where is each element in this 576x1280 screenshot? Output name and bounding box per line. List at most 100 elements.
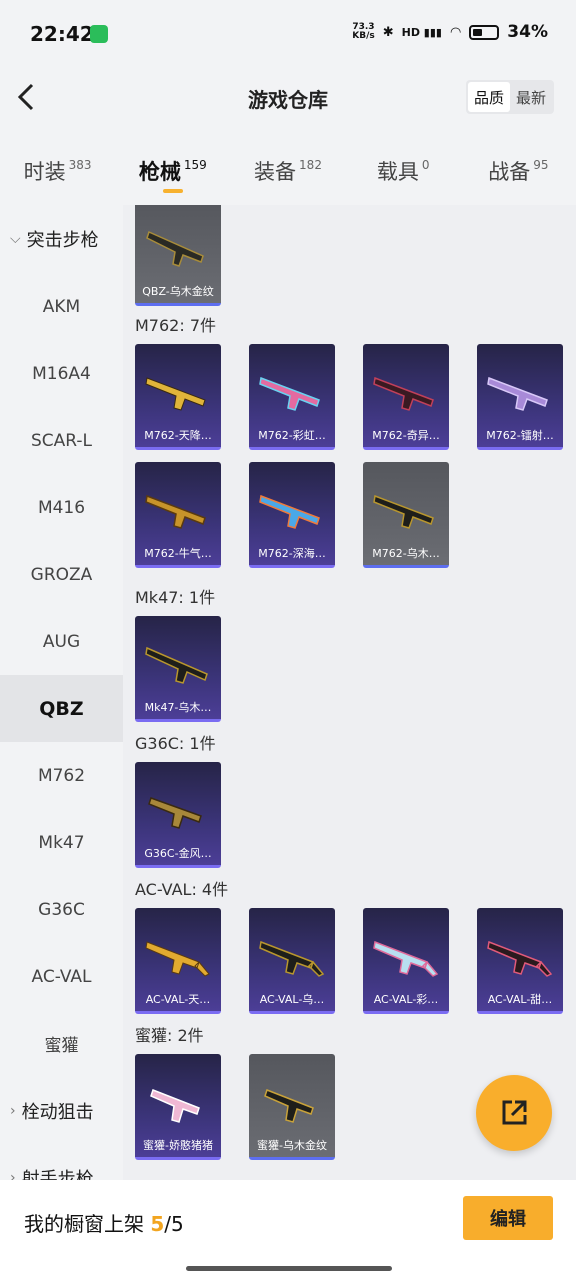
sidebar-item-ac-val[interactable]: AC-VAL — [0, 943, 123, 1010]
item-name: 蜜獾-乌木金纹 — [257, 1139, 327, 1152]
group-title-m762: M762: 7件 — [135, 316, 217, 335]
item-name: AC-VAL-天… — [145, 993, 211, 1006]
item-card[interactable]: G36C-金风… — [135, 762, 221, 868]
rifle-icon — [373, 376, 434, 411]
item-name: M762-深海… — [258, 547, 326, 560]
rifle-icon — [264, 1089, 314, 1123]
showcase-label: 我的橱窗上架 — [24, 1212, 151, 1236]
showcase-current: 5 — [150, 1212, 165, 1236]
status-time: 22:42 — [30, 22, 94, 46]
item-name: M762-天降… — [144, 429, 212, 442]
sidebar-group-marksman[interactable]: › 射手步枪 — [0, 1144, 123, 1181]
rifle-icon — [150, 1089, 200, 1123]
group-title-honey-badger: 蜜獾: 2件 — [135, 1026, 204, 1045]
tab-supplies[interactable]: 战备 95 — [461, 140, 576, 200]
sidebar-group-bolt-action[interactable]: › 栓动狙击 — [0, 1077, 123, 1144]
edit-button[interactable]: 编辑 — [463, 1196, 553, 1240]
tab-guns[interactable]: 枪械 159 — [115, 140, 230, 200]
item-name: AC-VAL-甜… — [487, 993, 553, 1006]
sidebar-item-m16a4[interactable]: M16A4 — [0, 340, 123, 407]
category-tabs: 时装 383 枪械 159 装备 182 载具 0 战备 95 — [0, 140, 576, 200]
sidebar-item-mk47[interactable]: Mk47 — [0, 809, 123, 876]
tab-label: 枪械 — [138, 160, 181, 184]
sidebar-item-aug[interactable]: AUG — [0, 608, 123, 675]
sort-quality-button[interactable]: 品质 — [467, 82, 510, 112]
item-card[interactable]: M762-彩虹… — [249, 344, 335, 450]
sidebar-group-label: 突击步枪 — [26, 230, 99, 251]
status-bar: 22:42 73.3 KB/s ✱ HD ▮▮▮ ◠ 34% — [0, 0, 576, 70]
tab-count: 159 — [183, 158, 207, 172]
chevron-right-icon: › — [10, 1169, 16, 1181]
item-card[interactable]: AC-VAL-乌… — [249, 908, 335, 1014]
rifle-icon — [373, 940, 439, 977]
status-icons: 73.3 KB/s ✱ HD ▮▮▮ ◠ 34% — [352, 22, 548, 42]
item-card[interactable]: M762-镭射… — [477, 344, 563, 450]
item-card[interactable]: AC-VAL-彩… — [363, 908, 449, 1014]
item-name: G36C-金风… — [144, 847, 212, 860]
sidebar-group-label: 射手步枪 — [21, 1168, 94, 1181]
tab-equipment[interactable]: 装备 182 — [230, 140, 345, 200]
sidebar-item-qbz[interactable]: QBZ — [0, 675, 123, 742]
item-card[interactable]: AC-VAL-天… — [135, 908, 221, 1014]
item-card[interactable]: 蜜獾-娇憨猪猪 — [135, 1054, 221, 1160]
battery-icon — [469, 24, 500, 40]
sidebar-item-akm[interactable]: AKM — [0, 273, 123, 340]
sidebar-group-assault-rifles[interactable]: ⌵ 突击步枪 — [0, 205, 123, 273]
item-name: AC-VAL-乌… — [259, 993, 325, 1006]
item-card[interactable]: M762-奇异… — [363, 344, 449, 450]
chevron-right-icon: › — [10, 1102, 16, 1119]
network-speed: 73.3 KB/s — [352, 22, 375, 41]
tab-fashion[interactable]: 时装 383 — [0, 140, 115, 200]
group-title-g36c: G36C: 1件 — [135, 734, 216, 753]
bottom-bar: 我的橱窗上架 5/5 编辑 — [0, 1180, 576, 1280]
rifle-icon — [373, 494, 434, 529]
sidebar-item-groza[interactable]: GROZA — [0, 541, 123, 608]
item-name: M762-乌木… — [372, 547, 440, 560]
sidebar-item-m416[interactable]: M416 — [0, 474, 123, 541]
rifle-icon — [148, 797, 202, 829]
item-name: M762-牛气… — [144, 547, 212, 560]
item-card[interactable]: Mk47-乌木… — [135, 616, 221, 722]
external-link-icon — [502, 1100, 527, 1125]
item-card[interactable]: AC-VAL-甜… — [477, 908, 563, 1014]
tab-vehicles[interactable]: 载具 0 — [346, 140, 461, 200]
item-card[interactable]: M762-牛气… — [135, 462, 221, 568]
wifi-icon: ◠ — [449, 24, 462, 40]
sidebar-item-scar-l[interactable]: SCAR-L — [0, 407, 123, 474]
rifle-icon — [487, 376, 548, 411]
rifle-icon — [259, 376, 320, 411]
item-card[interactable]: QBZ-乌木金纹 — [135, 205, 221, 306]
item-card[interactable]: 蜜獾-乌木金纹 — [249, 1054, 335, 1160]
item-name: 蜜獾-娇憨猪猪 — [143, 1139, 213, 1152]
item-card[interactable]: M762-天降… — [135, 344, 221, 450]
group-title-ac-val: AC-VAL: 4件 — [135, 880, 229, 899]
signal-icon: HD ▮▮▮ — [401, 25, 442, 39]
rifle-icon — [146, 230, 204, 267]
sidebar-group-label: 栓动狙击 — [21, 1101, 94, 1123]
tab-label: 载具 — [376, 160, 419, 184]
item-name: M762-彩虹… — [258, 429, 326, 442]
group-title-mk47: Mk47: 1件 — [135, 588, 216, 607]
chevron-down-icon: ⌵ — [10, 231, 21, 247]
battery-percent: 34% — [507, 22, 548, 42]
item-card[interactable]: M762-乌木… — [363, 462, 449, 568]
home-indicator[interactable] — [186, 1266, 392, 1271]
showcase-status: 我的橱窗上架 5/5 — [24, 1208, 184, 1237]
rifle-icon — [145, 941, 210, 977]
share-button[interactable] — [476, 1075, 552, 1151]
item-card[interactable]: M762-深海… — [249, 462, 335, 568]
item-name: Mk47-乌木… — [144, 701, 212, 714]
rifle-icon — [145, 494, 206, 529]
tab-count: 95 — [533, 158, 549, 172]
sidebar-item-g36c[interactable]: G36C — [0, 876, 123, 943]
rifle-icon — [259, 494, 320, 529]
rifle-icon — [145, 377, 206, 411]
rifle-icon — [487, 940, 553, 977]
showcase-total: /5 — [164, 1212, 184, 1236]
sidebar-item-honey-badger[interactable]: 蜜獾 — [0, 1010, 123, 1077]
rifle-icon — [145, 646, 208, 684]
sidebar-item-m762[interactable]: M762 — [0, 742, 123, 809]
item-name: M762-奇异… — [372, 429, 440, 442]
sort-latest-button[interactable]: 最新 — [510, 82, 552, 112]
wechat-notification-icon — [90, 25, 108, 43]
